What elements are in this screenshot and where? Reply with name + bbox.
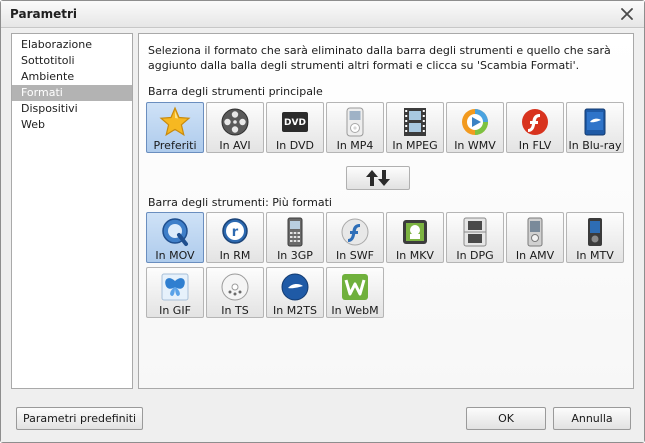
nav-item-formati[interactable]: Formati [12,85,132,101]
format-button-mkv[interactable]: In MKV [386,212,444,263]
format-button-webm[interactable]: In WebM [326,267,384,318]
nav-item-dispositivi[interactable]: Dispositivi [12,101,132,117]
format-button-dpg[interactable]: In DPG [446,212,504,263]
format-button-m2ts[interactable]: In M2TS [266,267,324,318]
format-button-dvd[interactable]: DVD In DVD [266,102,324,153]
format-label: In AVI [219,139,251,152]
format-label: In FLV [518,139,552,152]
format-label: In MPEG [392,139,438,152]
format-button-amv[interactable]: In AMV [506,212,564,263]
more-formats-label: Barra degli strumenti: Più formati [148,196,332,209]
format-label: In GIF [159,304,191,317]
format-button-rm[interactable]: r In RM [206,212,264,263]
amv-player-icon [527,217,543,247]
format-label: In MKV [396,249,434,262]
dialog-footer: Parametri predefiniti OK Annulla [1,400,644,442]
format-button-mov[interactable]: In MOV [146,212,204,263]
butterfly-icon [161,273,189,301]
film-strip-icon [404,108,426,136]
realmedia-icon: r [222,218,248,244]
format-label: In 3GP [277,249,313,262]
format-label: In DVD [276,139,314,152]
format-button-wmv[interactable]: In WMV [446,102,504,153]
m2ts-bluray-icon [281,273,309,301]
format-label: In WMV [454,139,496,152]
format-button-3gp[interactable]: In 3GP [266,212,324,263]
format-label: In MOV [155,249,195,262]
format-label: In MP4 [336,139,374,152]
format-label: In M2TS [273,304,317,317]
format-button-preferiti[interactable]: Preferiti [146,102,204,153]
close-button[interactable] [618,5,636,23]
format-button-mtv[interactable]: In MTV [566,212,624,263]
nav-item-web[interactable]: Web [12,117,132,133]
swf-icon [341,218,369,246]
quicktime-icon [162,218,188,246]
defaults-button[interactable]: Parametri predefiniti [16,407,143,430]
content-area: Elaborazione Sottotitoli Ambiente Format… [1,29,644,400]
format-label: In Blu-ray [568,139,622,152]
format-button-swf[interactable]: In SWF [326,212,384,263]
ok-button[interactable]: OK [466,407,546,430]
wmv-play-icon [462,109,488,135]
svg-text:DVD: DVD [284,118,306,128]
close-icon [621,8,633,20]
svg-text:r: r [232,225,239,240]
mkv-icon [403,220,427,244]
format-button-avi[interactable]: In AVI [206,102,264,153]
bluray-icon [584,108,606,136]
film-reel-icon [221,108,249,136]
nav-item-ambiente[interactable]: Ambiente [12,69,132,85]
format-button-ts[interactable]: In TS [206,267,264,318]
nintendo-ds-icon [463,217,487,247]
nav-item-elaborazione[interactable]: Elaborazione [12,37,132,53]
category-list: Elaborazione Sottotitoli Ambiente Format… [11,33,133,389]
format-label: In TS [221,304,249,317]
format-label: In MTV [576,249,614,262]
star-icon [159,106,191,137]
dvd-icon: DVD [282,112,308,132]
window-title: Parametri [10,7,77,21]
settings-window: Parametri Elaborazione Sottotitoli Ambie… [0,0,645,443]
mtv-player-icon [588,218,602,246]
instructions-text: Seleziona il formato che sarà eliminato … [148,44,611,72]
ts-disc-icon [221,273,249,301]
formats-panel: Seleziona il formato che sarà eliminato … [138,33,634,389]
format-button-flv[interactable]: In FLV [506,102,564,153]
format-label: In RM [219,249,251,262]
cancel-button[interactable]: Annulla [553,407,631,430]
format-button-mp4[interactable]: In MP4 [326,102,384,153]
more-formats-toolbar: In MOV r In RM In 3GP In SWF In MKV In D… [146,212,630,318]
format-button-gif[interactable]: In GIF [146,267,204,318]
nav-item-sottotitoli[interactable]: Sottotitoli [12,53,132,69]
format-label: Preferiti [153,139,197,152]
swap-formats-button[interactable] [346,166,410,190]
ipod-icon [346,107,364,137]
format-label: In WebM [331,304,379,317]
format-button-bluray[interactable]: In Blu-ray [566,102,624,153]
format-label: In DPG [456,249,494,262]
flash-icon [522,109,548,135]
format-button-mpeg[interactable]: In MPEG [386,102,444,153]
mobile-phone-icon [287,217,303,247]
title-bar: Parametri [1,1,644,28]
swap-arrows-icon [366,170,390,186]
main-toolbar-label: Barra degli strumenti principale [148,85,323,98]
format-label: In SWF [336,249,374,262]
format-label: In AMV [515,249,555,262]
main-formats-toolbar: Preferiti In AVI DVD In DVD In MP4 In MP… [146,102,630,153]
webm-icon [342,274,368,300]
